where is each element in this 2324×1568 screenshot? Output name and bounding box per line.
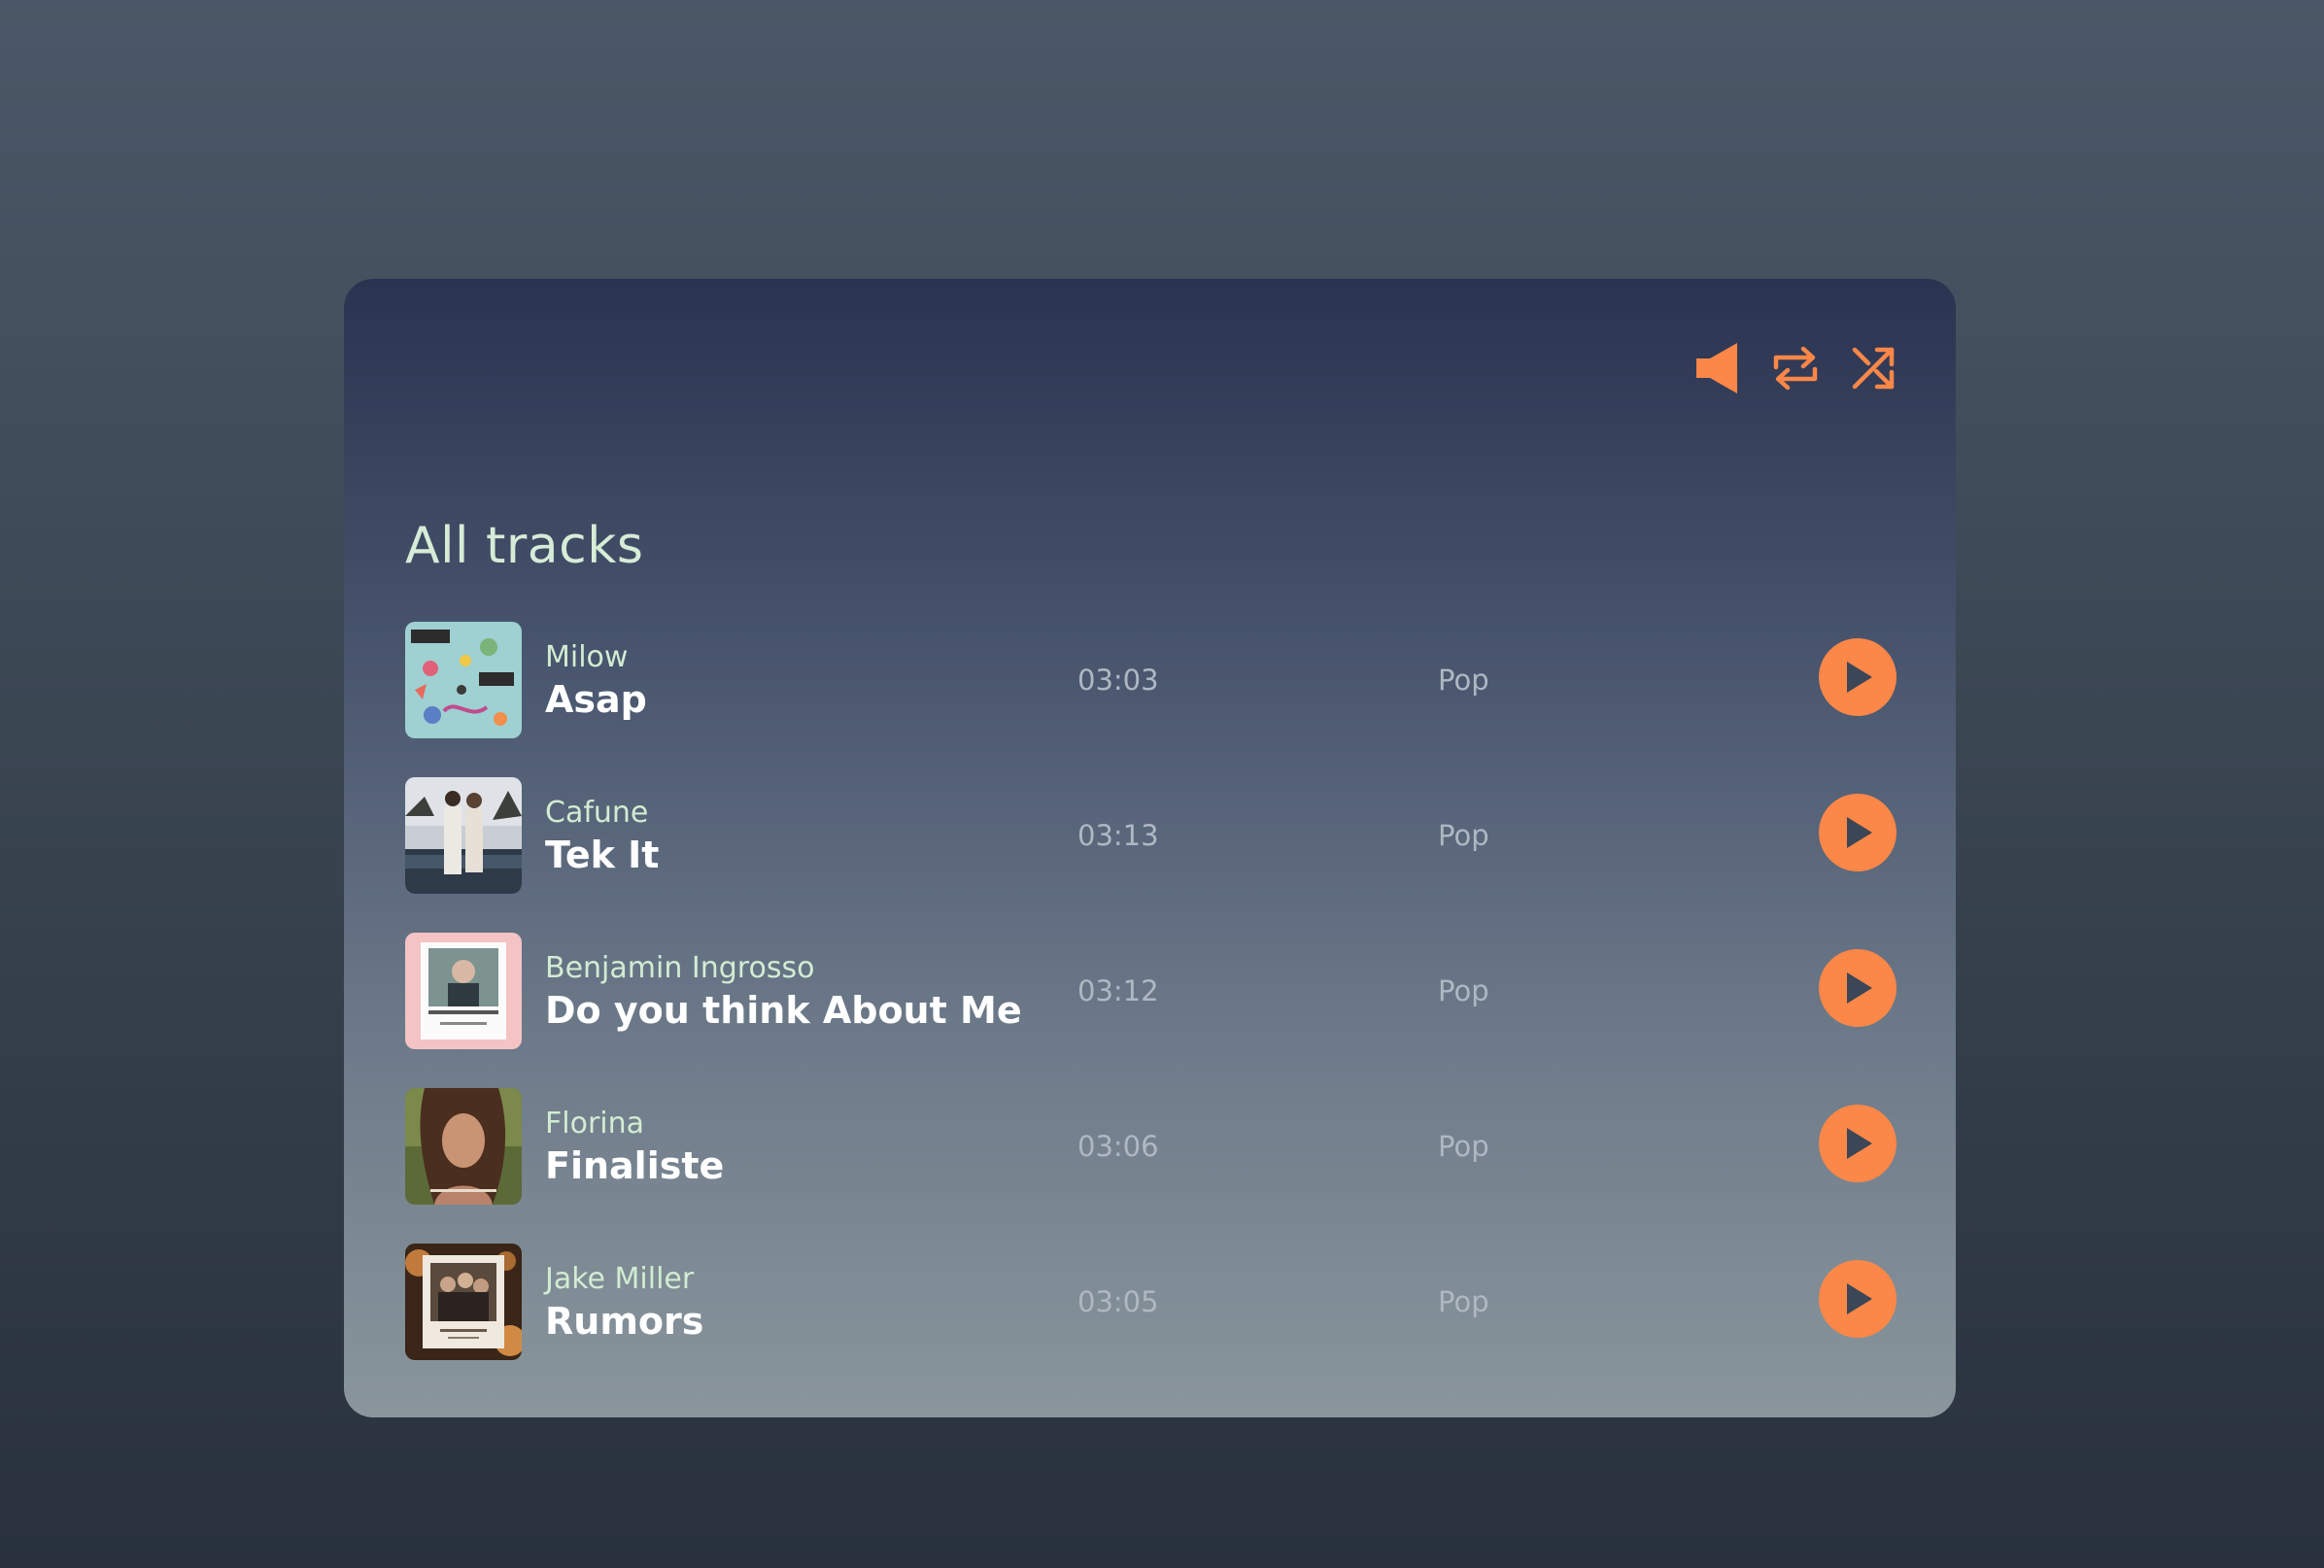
album-cover <box>405 1244 522 1360</box>
play-button[interactable] <box>1819 1105 1897 1182</box>
player-controls <box>1694 341 1897 395</box>
album-cover <box>405 622 522 738</box>
track-list: Milow Asap 03:03 Pop Cafune Tek It 03:13… <box>405 622 1897 1399</box>
play-icon <box>1847 1128 1872 1159</box>
track-genre: Pop <box>1438 819 1489 852</box>
track-row[interactable]: Jake Miller Rumors 03:05 Pop <box>405 1244 1897 1360</box>
play-icon <box>1847 1283 1872 1314</box>
track-artist: Benjamin Ingrosso <box>545 951 815 985</box>
track-row[interactable]: Milow Asap 03:03 Pop <box>405 622 1897 738</box>
shuffle-icon[interactable] <box>1852 345 1897 392</box>
album-cover <box>405 777 522 894</box>
track-artist: Milow <box>545 640 629 674</box>
track-genre: Pop <box>1438 664 1489 697</box>
track-row[interactable]: Florina Finaliste 03:06 Pop <box>405 1088 1897 1205</box>
album-cover <box>405 933 522 1049</box>
track-genre: Pop <box>1438 1130 1489 1163</box>
album-cover <box>405 1088 522 1205</box>
play-button[interactable] <box>1819 949 1897 1027</box>
track-artist: Florina <box>545 1107 645 1141</box>
track-title: Tek It <box>545 834 660 876</box>
play-icon <box>1847 817 1872 848</box>
track-duration: 03:03 <box>1077 664 1159 697</box>
track-genre: Pop <box>1438 1285 1489 1318</box>
track-title: Asap <box>545 678 647 721</box>
section-title: All tracks <box>405 517 644 575</box>
play-icon <box>1847 972 1872 1004</box>
play-button[interactable] <box>1819 794 1897 871</box>
track-artist: Jake Miller <box>545 1262 695 1296</box>
track-genre: Pop <box>1438 974 1489 1007</box>
play-button[interactable] <box>1819 638 1897 716</box>
track-duration: 03:05 <box>1077 1285 1159 1318</box>
track-title: Do you think About Me <box>545 989 1022 1032</box>
track-duration: 03:12 <box>1077 974 1159 1007</box>
track-artist: Cafune <box>545 796 649 830</box>
music-player-card: All tracks Milow Asap 03:03 Pop Cafune T… <box>344 279 1956 1417</box>
track-row[interactable]: Benjamin Ingrosso Do you think About Me … <box>405 933 1897 1049</box>
track-title: Finaliste <box>545 1144 725 1187</box>
track-row[interactable]: Cafune Tek It 03:13 Pop <box>405 777 1897 894</box>
play-button[interactable] <box>1819 1260 1897 1338</box>
track-duration: 03:06 <box>1077 1130 1159 1163</box>
repeat-icon[interactable] <box>1772 344 1819 392</box>
volume-icon[interactable] <box>1694 341 1739 395</box>
track-duration: 03:13 <box>1077 819 1159 852</box>
play-icon <box>1847 662 1872 693</box>
track-title: Rumors <box>545 1300 704 1343</box>
